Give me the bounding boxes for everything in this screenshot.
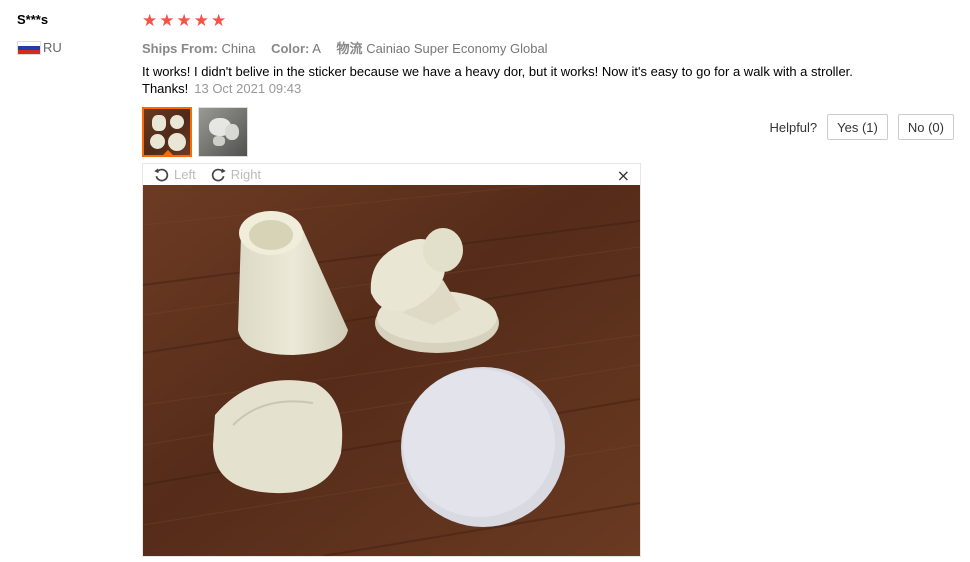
rotate-right-icon [211,168,226,182]
viewer-toolbar: Left Right × [143,164,640,185]
logistics-value: Cainiao Super Economy Global [366,41,548,56]
helpful-vote: Helpful? Yes (1) No (0) [769,114,954,140]
ships-from-label: Ships From: [142,41,218,56]
review-thumbnail[interactable] [198,107,248,157]
review-thumbnails [142,107,248,157]
helpful-yes-button[interactable]: Yes (1) [827,114,888,140]
helpful-label: Helpful? [769,119,818,135]
rotate-right-button[interactable]: Right [210,166,261,183]
russia-flag-icon [17,40,41,55]
logistics-label: 物流 [336,41,363,56]
ships-from-value: China [221,41,256,56]
review-photo [143,185,640,556]
helpful-no-button[interactable]: No (0) [897,114,954,140]
star-icon: ★ [211,11,227,31]
rotate-left-icon [154,168,169,182]
review-thumbnail[interactable] [142,107,192,157]
rotate-left-label: Left [174,167,196,182]
rotate-right-label: Right [230,167,262,182]
star-icon: ★ [176,11,192,31]
color-value: A [312,41,321,56]
rotate-left-button[interactable]: Left [153,166,196,183]
reviewer-name: S***s [17,12,49,27]
image-viewer: Left Right × [142,163,641,557]
order-meta: Ships From: China Color: A 物流 Cainiao Su… [142,38,560,57]
country-code: RU [43,40,62,55]
photo-icon [144,109,190,155]
star-icon: ★ [159,11,175,31]
color-label: Color: [271,41,310,56]
photo-icon [199,108,247,156]
close-viewer-button[interactable]: × [617,166,630,185]
star-icon: ★ [193,11,209,31]
review-body: It works! I didn't belive in the sticker… [142,63,862,97]
reviewer-country: RU [17,40,62,55]
review-date: 13 Oct 2021 09:43 [194,81,302,96]
star-icon: ★ [142,11,158,31]
review-photo-image [143,185,640,556]
star-rating: ★ ★ ★ ★ ★ [142,12,226,30]
